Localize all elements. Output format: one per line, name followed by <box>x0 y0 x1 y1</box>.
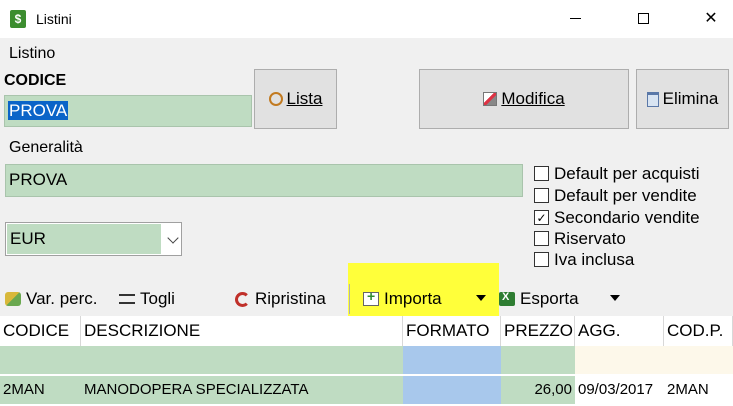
filter-cell[interactable] <box>575 346 664 374</box>
checkbox-iva-inclusa[interactable]: Iva inclusa <box>534 249 634 270</box>
esporta-button[interactable]: Esporta <box>499 282 579 316</box>
ripristina-button[interactable]: Ripristina <box>235 282 326 316</box>
var-perc-label: Var. perc. <box>26 289 98 308</box>
cell-descrizione[interactable]: MANODOPERA SPECIALIZZATA <box>81 376 403 404</box>
magnifier-icon <box>268 92 283 106</box>
checkbox-label: Default per acquisti <box>554 163 700 183</box>
lista-button[interactable]: Lista <box>254 69 337 129</box>
checkbox-box <box>534 188 549 203</box>
import-icon <box>363 288 379 306</box>
minimize-button[interactable] <box>552 0 598 38</box>
var-perc-button[interactable]: Var. perc. <box>5 282 98 316</box>
column-header-agg[interactable]: AGG. <box>575 316 664 346</box>
toolbar-separator <box>349 284 350 314</box>
descrizione-input[interactable]: PROVA <box>5 164 523 197</box>
column-header-codp[interactable]: COD.P. <box>664 316 733 346</box>
modifica-button[interactable]: Modifica <box>419 69 629 129</box>
checkbox-label: Iva inclusa <box>554 249 635 269</box>
filter-row[interactable] <box>0 346 733 374</box>
cell-prezzo[interactable]: 26,00 <box>501 376 575 404</box>
importa-label: Importa <box>384 289 442 308</box>
elimina-button[interactable]: Elimina <box>636 69 729 129</box>
filter-cell[interactable] <box>664 346 733 374</box>
togli-label: Togli <box>140 289 175 308</box>
checkbox-default-vendite[interactable]: Default per vendite <box>534 185 697 206</box>
listino-group-label: Listino <box>9 45 56 62</box>
checkbox-label: Default per vendite <box>554 185 697 205</box>
checkbox-default-acquisti[interactable]: Default per acquisti <box>534 163 700 184</box>
codice-input[interactable]: PROVA <box>4 95 252 127</box>
esporta-label: Esporta <box>520 289 579 308</box>
table-row[interactable]: 2MAN MANODOPERA SPECIALIZZATA 26,00 09/0… <box>0 376 733 404</box>
column-header-codice[interactable]: CODICE <box>0 316 81 346</box>
window-title: Listini <box>36 11 72 27</box>
togli-button[interactable]: Togli <box>119 282 175 316</box>
chevron-down-icon <box>167 232 179 244</box>
checkbox-box <box>534 166 549 181</box>
cell-codp[interactable]: 2MAN <box>664 376 733 404</box>
elimina-button-label: Elimina <box>662 89 719 108</box>
excel-icon <box>499 291 515 306</box>
delete-icon <box>646 91 659 107</box>
valuta-value: EUR <box>7 224 161 254</box>
descrizione-value: PROVA <box>9 170 68 189</box>
pencil-icon <box>483 92 498 106</box>
filter-cell[interactable] <box>0 346 81 374</box>
app-icon: $ <box>10 10 26 28</box>
minimize-icon <box>569 18 581 20</box>
filter-cell[interactable] <box>501 346 575 374</box>
checkmark-icon: ✓ <box>534 210 549 225</box>
valuta-select[interactable]: EUR <box>5 222 182 256</box>
codice-label: CODICE <box>4 72 67 89</box>
checkbox-riservato[interactable]: Riservato <box>534 228 626 249</box>
column-header-prezzo[interactable]: PREZZO <box>501 316 575 346</box>
ripristina-label: Ripristina <box>255 289 326 308</box>
maximize-button[interactable] <box>620 0 666 38</box>
percent-icon <box>5 292 21 306</box>
cell-codice[interactable]: 2MAN <box>0 376 81 404</box>
close-icon: ✕ <box>704 10 718 27</box>
grid-header: CODICE DESCRIZIONE FORMATO PREZZO AGG. C… <box>0 316 733 346</box>
generalita-group-label: Generalità <box>9 139 83 156</box>
codice-value: PROVA <box>8 101 69 120</box>
column-header-formato[interactable]: FORMATO <box>403 316 501 346</box>
column-header-descrizione[interactable]: DESCRIZIONE <box>81 316 403 346</box>
price-list-grid[interactable]: CODICE DESCRIZIONE FORMATO PREZZO AGG. C… <box>0 316 733 406</box>
modifica-button-label: Modifica <box>501 89 565 108</box>
checkbox-secondario-vendite[interactable]: ✓ Secondario vendite <box>534 207 700 228</box>
checkbox-box <box>534 252 549 267</box>
esporta-dropdown-icon[interactable] <box>610 295 620 301</box>
undo-icon <box>235 291 250 307</box>
filter-cell[interactable] <box>81 346 403 374</box>
maximize-icon <box>637 13 649 25</box>
cell-agg[interactable]: 09/03/2017 <box>575 376 664 404</box>
grid-toolbar: Var. perc. Togli Ripristina Importa Espo… <box>0 282 733 316</box>
filter-cell[interactable] <box>403 346 501 374</box>
checkbox-box <box>534 231 549 246</box>
remove-rows-icon <box>119 294 135 304</box>
cell-formato[interactable] <box>403 376 501 404</box>
checkbox-label: Secondario vendite <box>554 207 700 227</box>
importa-button[interactable]: Importa <box>363 282 442 316</box>
importa-dropdown-icon[interactable] <box>476 295 486 301</box>
checkbox-label: Riservato <box>554 228 626 248</box>
lista-button-label: Lista <box>286 89 323 108</box>
close-button[interactable]: ✕ <box>688 0 733 38</box>
title-bar: $ Listini ✕ <box>0 0 733 38</box>
